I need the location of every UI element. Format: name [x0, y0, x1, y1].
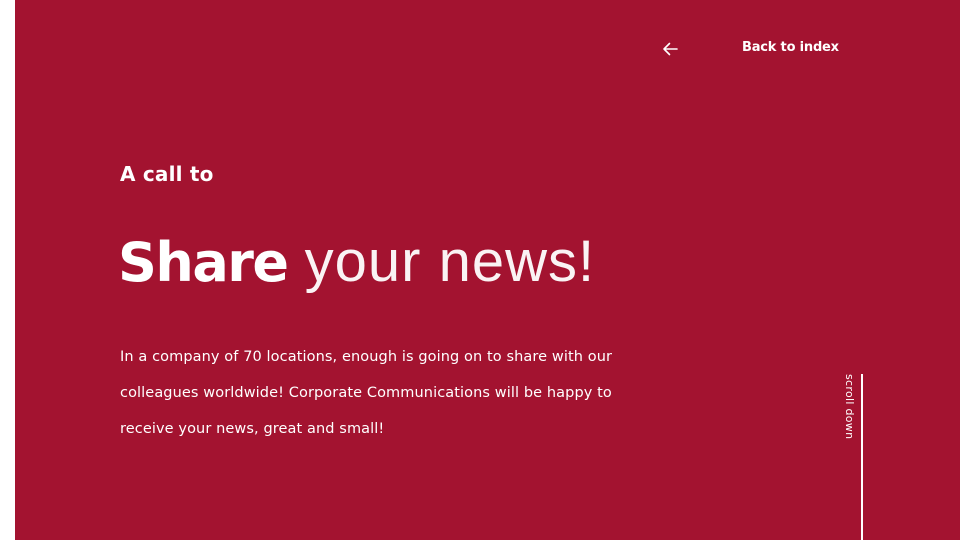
headline-strong: Share	[118, 231, 289, 294]
headline: Share your news!	[118, 226, 595, 299]
arrow-left-icon	[663, 42, 678, 56]
scroll-indicator-line	[861, 374, 863, 540]
back-to-index-link[interactable]: Back to index	[661, 36, 861, 62]
scroll-down-label[interactable]: scroll down	[840, 374, 856, 444]
headline-light: your news!	[287, 229, 596, 294]
back-to-index-label: Back to index	[742, 40, 839, 55]
kicker-text: A call to	[120, 162, 214, 186]
slide-panel: Back to index A call to Share your news!…	[15, 0, 960, 540]
intro-paragraph: In a company of 70 locations, enough is …	[120, 349, 613, 437]
